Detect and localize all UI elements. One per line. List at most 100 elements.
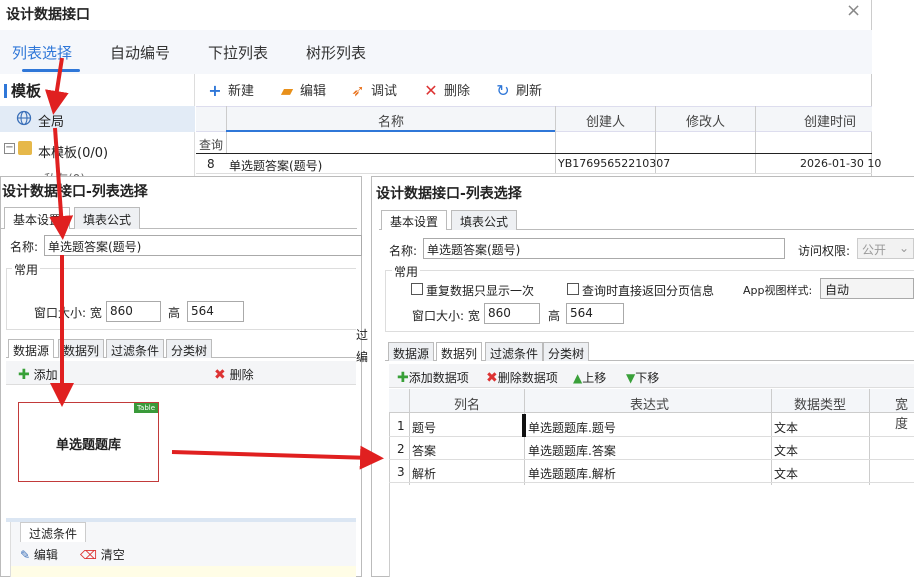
filter-content — [11, 566, 356, 577]
front-dialog-title: 设计数据接口-列表选择 — [376, 186, 522, 202]
add-button[interactable]: ✚ 添加 — [18, 366, 58, 383]
close-icon[interactable]: × — [846, 0, 861, 21]
edit-button[interactable]: ▰ 编辑 — [278, 80, 326, 100]
tab-list-select[interactable]: 列表选择 — [12, 42, 72, 63]
collapse-icon[interactable]: − — [4, 143, 15, 154]
name-input[interactable]: 单选题答案(题号) — [423, 238, 785, 259]
row-expression: 单选题题库.题号 — [528, 421, 616, 435]
row-number: 3 — [397, 465, 405, 479]
tab-fill-formula[interactable]: 填表公式 — [74, 207, 141, 229]
delete-data-item-button[interactable]: ✖删除数据项 — [486, 369, 558, 386]
column-header-data-type[interactable]: 数据类型 — [794, 394, 846, 413]
row-column-name: 解析 — [412, 467, 437, 481]
search-label: 查询 — [199, 138, 224, 152]
debug-button[interactable]: ➶ 调试 — [349, 80, 397, 100]
chevron-down-icon: ⌄ — [898, 241, 909, 255]
width-input[interactable]: 860 — [484, 303, 540, 324]
tab-data-columns[interactable]: 数据列 — [58, 339, 105, 358]
row-column-name: 答案 — [412, 444, 437, 458]
height-label: 高 — [548, 309, 561, 323]
row-data-type: 文本 — [774, 467, 799, 481]
row-name: 单选题答案(题号) — [229, 159, 323, 173]
name-input[interactable]: 单选题答案(题号) — [44, 235, 362, 256]
move-up-button[interactable]: ▲上移 — [573, 369, 606, 386]
window-size-width-label: 窗口大小: 宽 — [34, 306, 102, 320]
column-header-modifier[interactable]: 修改人 — [686, 111, 725, 130]
folder-icon — [18, 141, 32, 155]
tab-filter-conditions[interactable]: 过滤条件 — [485, 342, 544, 361]
column-header-column-name[interactable]: 列名 — [454, 394, 480, 413]
delete-button[interactable]: ✖ 删除 — [214, 366, 254, 383]
tab-auto-number[interactable]: 自动编号 — [110, 42, 170, 63]
clear-button[interactable]: ⌫ 清空 — [80, 546, 125, 563]
row-number: 8 — [207, 157, 215, 171]
new-button[interactable]: + 新建 — [206, 80, 254, 100]
paging-info-label: 查询时直接返回分页信息 — [582, 284, 715, 298]
edit-button[interactable]: ✎ 编辑 — [20, 546, 58, 563]
tab-fill-formula[interactable]: 填表公式 — [451, 210, 518, 230]
paging-info-checkbox[interactable] — [567, 283, 579, 295]
delete-button[interactable]: ✕ 删除 — [422, 80, 470, 100]
grid-search-row[interactable] — [196, 132, 872, 154]
table-row[interactable] — [389, 437, 914, 460]
cell-cursor — [522, 414, 526, 437]
column-header-expression[interactable]: 表达式 — [630, 394, 669, 413]
plus-icon: ✚ — [18, 367, 30, 383]
access-label: 访问权限: — [798, 244, 851, 258]
tab-data-source[interactable]: 数据源 — [8, 339, 55, 358]
edge-text: 编 — [356, 350, 369, 364]
add-data-item-button[interactable]: ✚添加数据项 — [397, 369, 469, 386]
access-select[interactable]: 公开 ⌄ — [857, 238, 914, 259]
middle-dialog-title: 设计数据接口-列表选择 — [2, 184, 148, 200]
tab-dropdown-list[interactable]: 下拉列表 — [208, 42, 268, 63]
move-down-button[interactable]: ▼下移 — [626, 369, 659, 386]
eraser-icon: ⌫ — [80, 548, 97, 562]
height-label: 高 — [168, 306, 181, 320]
width-input[interactable]: 860 — [106, 301, 161, 322]
tab-category-tree[interactable]: 分类树 — [543, 342, 590, 361]
arrow-down-icon: ▼ — [626, 371, 636, 385]
tree-item-this-template[interactable]: 本模板(0/0) — [38, 142, 108, 161]
folder-edit-icon: ▰ — [280, 81, 294, 100]
row-number: 1 — [397, 419, 405, 433]
tab-tree-list[interactable]: 树形列表 — [306, 42, 366, 63]
height-input[interactable]: 564 — [187, 301, 244, 322]
refresh-button[interactable]: ↻ 刷新 — [494, 80, 542, 100]
common-group-label: 常用 — [12, 261, 41, 278]
table-row[interactable] — [389, 460, 914, 483]
x-icon: ✖ — [486, 370, 498, 386]
row-expression: 单选题题库.解析 — [528, 467, 616, 481]
dedupe-checkbox[interactable] — [411, 283, 423, 295]
row-creator: YB17695652210307 — [558, 157, 671, 170]
table-node-name: 单选题题库 — [55, 438, 121, 453]
column-header-created-time[interactable]: 创建时间 — [804, 111, 856, 130]
back-window-title: 设计数据接口 — [6, 7, 90, 23]
tree-title: 模板 — [4, 80, 41, 101]
rocket-icon: ➶ — [351, 81, 365, 100]
app-view-style-select[interactable]: 自动 — [820, 278, 914, 299]
back-grid-header — [196, 106, 872, 132]
tab-data-columns[interactable]: 数据列 — [436, 342, 483, 361]
refresh-icon: ↻ — [496, 81, 510, 100]
tab-filter-conditions[interactable]: 过滤条件 — [106, 339, 165, 358]
active-tab-underline — [22, 69, 80, 72]
arrow-up-icon: ▲ — [573, 371, 583, 385]
x-icon: ✕ — [424, 81, 438, 100]
tab-category-tree[interactable]: 分类树 — [166, 339, 213, 358]
edge-text: 过 — [356, 328, 369, 342]
row-created-time: 2026-01-30 10 — [800, 157, 882, 170]
column-header-name[interactable]: 名称 — [378, 111, 404, 130]
tab-basic-settings[interactable]: 基本设置 — [4, 207, 71, 229]
tab-basic-settings[interactable]: 基本设置 — [381, 210, 448, 230]
x-icon: ✖ — [214, 367, 226, 383]
table-tag: Table — [134, 403, 158, 413]
row-column-name: 题号 — [412, 421, 437, 435]
height-input[interactable]: 564 — [566, 303, 624, 324]
tab-data-source[interactable]: 数据源 — [388, 342, 435, 361]
tab-filter[interactable]: 过滤条件 — [20, 522, 87, 542]
table-row[interactable] — [389, 414, 914, 437]
column-header-creator[interactable]: 创建人 — [586, 111, 625, 130]
name-label: 名称: — [389, 244, 418, 258]
row-number: 2 — [397, 442, 405, 456]
edit-icon: ✎ — [20, 548, 31, 562]
